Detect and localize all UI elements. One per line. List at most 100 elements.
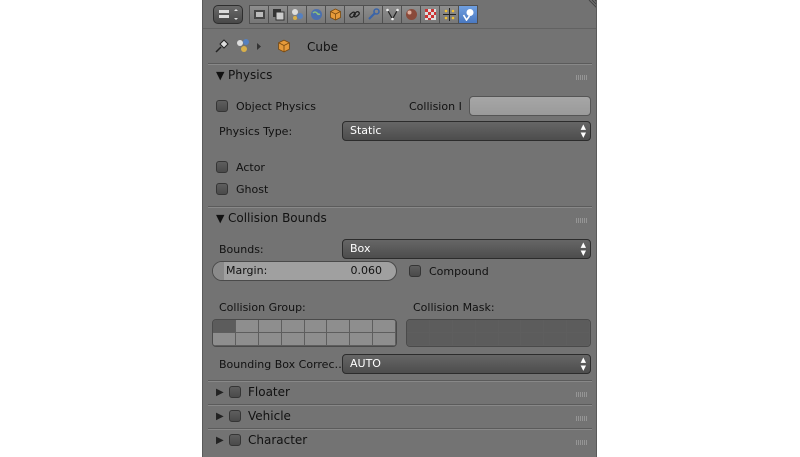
collision-mask-layer-button[interactable] — [475, 320, 499, 333]
area-corner-icon[interactable] — [588, 0, 597, 14]
bounding-box-label: Bounding Box Correc… — [219, 358, 346, 371]
collision-mask-layer-button[interactable] — [452, 320, 476, 333]
character-panel-title: Character — [248, 433, 308, 447]
floater-enable-checkbox[interactable] — [229, 386, 241, 398]
physics-type-value: Static — [350, 124, 382, 137]
drag-grip-icon[interactable] — [576, 440, 587, 445]
collision-group-layer-button[interactable] — [281, 320, 305, 333]
collision-group-layer-button[interactable] — [327, 320, 351, 333]
collision-group-layer-button[interactable] — [235, 320, 259, 333]
physics-panel-header[interactable]: ▼ Physics — [208, 66, 592, 88]
physics-panel-title: Physics — [228, 68, 273, 82]
collision-mask-layer-button[interactable] — [498, 320, 522, 333]
collision-mask-layer-button[interactable] — [521, 333, 545, 346]
tab-render-layers[interactable] — [268, 5, 288, 24]
object-icon — [329, 8, 341, 21]
world-icon — [310, 9, 322, 20]
tab-data[interactable] — [382, 5, 402, 24]
collision-group-layer-button[interactable] — [281, 333, 305, 346]
floater-panel-header[interactable]: ▶ Floater — [208, 383, 592, 405]
drag-grip-icon[interactable] — [576, 416, 587, 421]
collision-group-layer-button[interactable] — [304, 333, 328, 346]
actor-checkbox[interactable] — [216, 161, 228, 173]
panel-divider — [208, 428, 592, 430]
collision-mask-label: Collision Mask: — [413, 301, 495, 314]
tab-texture[interactable] — [420, 5, 440, 24]
properties-editor-icon — [219, 9, 238, 20]
tab-material[interactable] — [401, 5, 421, 24]
physics-type-label: Physics Type: — [219, 125, 293, 138]
compound-checkbox[interactable] — [409, 265, 421, 277]
tab-modifiers[interactable] — [363, 5, 383, 24]
material-icon — [405, 9, 417, 20]
collision-mask-layer-button[interactable] — [544, 320, 568, 333]
margin-slider[interactable]: Margin: 0.060 — [212, 261, 397, 281]
collision-mask-layer-button[interactable] — [429, 320, 453, 333]
vehicle-panel-header[interactable]: ▶ Vehicle — [208, 407, 592, 429]
context-breadcrumb — [203, 34, 596, 58]
updown-arrows-icon: ▲ ▼ — [580, 356, 586, 372]
collision-mask-layer-button[interactable] — [452, 333, 476, 346]
panel-divider — [208, 404, 592, 406]
collision-mask-layer-button[interactable] — [521, 320, 545, 333]
tab-particles[interactable] — [439, 5, 459, 24]
expand-triangle-icon: ▼ — [216, 212, 225, 225]
collision-field[interactable] — [469, 96, 591, 116]
drag-grip-icon[interactable] — [576, 75, 587, 80]
tab-constraints[interactable] — [344, 5, 364, 24]
collision-group-layer-button[interactable] — [235, 333, 259, 346]
cube-icon — [278, 39, 290, 53]
physics-type-dropdown[interactable]: Static ▲ ▼ — [342, 121, 591, 141]
render-layers-icon — [272, 9, 284, 21]
collision-mask-layer-button[interactable] — [498, 333, 522, 346]
collision-group-layer-button[interactable] — [258, 333, 282, 346]
collision-mask-layer-button[interactable] — [567, 333, 590, 346]
editor-type-button[interactable] — [213, 5, 243, 24]
particles-icon — [442, 8, 456, 21]
vehicle-enable-checkbox[interactable] — [229, 410, 241, 422]
collision-group-layer-button[interactable] — [258, 320, 282, 333]
drag-grip-icon[interactable] — [576, 392, 587, 397]
collision-mask-layer-button[interactable] — [407, 333, 430, 346]
bounding-box-dropdown[interactable]: AUTO ▲ ▼ — [342, 354, 591, 374]
collision-bounds-panel-header[interactable]: ▼ Collision Bounds — [208, 209, 592, 231]
pin-icon[interactable] — [215, 39, 229, 53]
object-name: Cube — [307, 40, 338, 54]
tab-render[interactable] — [249, 5, 269, 24]
collision-group-layer-button[interactable] — [373, 320, 396, 333]
tab-world[interactable] — [306, 5, 326, 24]
collision-mask-layer-button[interactable] — [475, 333, 499, 346]
collapse-triangle-icon: ▶ — [216, 387, 224, 398]
panel-divider — [208, 206, 592, 208]
collision-group-layer-button[interactable] — [373, 333, 396, 346]
collision-mask-layer-button[interactable] — [544, 333, 568, 346]
margin-label: Margin: — [226, 264, 268, 277]
collision-group-label: Collision Group: — [219, 301, 306, 314]
object-physics-checkbox[interactable] — [216, 100, 228, 112]
collision-bounds-panel-title: Collision Bounds — [228, 211, 327, 225]
collision-group-layer-button[interactable] — [350, 333, 374, 346]
collision-mask-layer-button[interactable] — [567, 320, 590, 333]
physics-icon — [462, 9, 473, 21]
collision-group-layer-button[interactable] — [327, 333, 351, 346]
collision-group-layer-button[interactable] — [213, 320, 236, 333]
collision-group-layer-button[interactable] — [350, 320, 374, 333]
ghost-label: Ghost — [236, 183, 269, 196]
ghost-checkbox[interactable] — [216, 183, 228, 195]
collision-group-layer-button[interactable] — [213, 333, 236, 346]
context-tabs — [249, 5, 478, 24]
collision-group-grid — [212, 319, 397, 347]
bounding-box-value: AUTO — [350, 357, 381, 370]
collision-mask-layer-button[interactable] — [407, 320, 430, 333]
collapse-triangle-icon: ▶ — [216, 411, 224, 422]
character-enable-checkbox[interactable] — [229, 434, 241, 446]
drag-grip-icon[interactable] — [576, 218, 587, 223]
collision-mask-layer-button[interactable] — [429, 333, 453, 346]
tab-object[interactable] — [325, 5, 345, 24]
bounds-dropdown[interactable]: Box ▲ ▼ — [342, 239, 591, 259]
character-panel-header[interactable]: ▶ Character — [208, 431, 592, 453]
tab-physics[interactable] — [458, 5, 478, 24]
tab-scene[interactable] — [287, 5, 307, 24]
collision-group-layer-button[interactable] — [304, 320, 328, 333]
properties-toolbar — [203, 0, 597, 29]
